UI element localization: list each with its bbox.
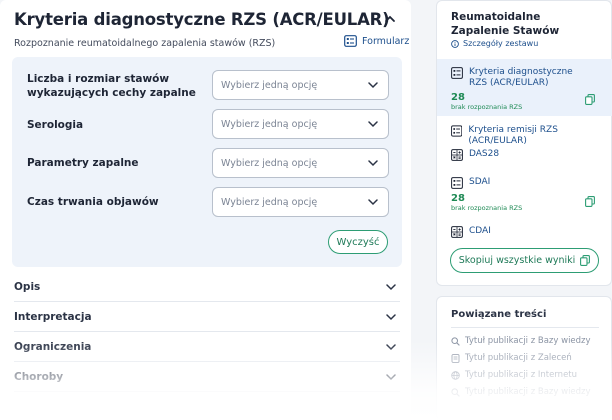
globe-icon	[451, 370, 460, 380]
chevron-down-icon	[386, 313, 396, 320]
set-item-label: CDAI	[469, 226, 491, 236]
chevron-down-icon	[368, 121, 378, 128]
chevron-down-icon	[368, 82, 378, 89]
form-icon	[451, 67, 463, 79]
accordion-label: Choroby	[14, 370, 64, 383]
joints-select[interactable]: Wybierz jedną opcję	[212, 70, 389, 100]
clear-button[interactable]: Wyczyść	[328, 230, 388, 254]
accordion-label: Ograniczenia	[14, 340, 92, 353]
field-label-duration: Czas trwania objawów	[27, 196, 159, 208]
accordion-interpretacja[interactable]: Interpretacja	[14, 302, 400, 332]
related-item[interactable]: Tytuł publikacji z Internetu	[451, 370, 577, 380]
related-item[interactable]: Tytuł publikacji z Zaleceń	[451, 353, 572, 363]
calculator-icon	[451, 226, 463, 238]
field-label-serology: Serologia	[27, 119, 84, 131]
info-icon	[451, 39, 459, 48]
related-item[interactable]: Tytuł publikacji z Bazy wiedzy	[451, 336, 591, 346]
form-icon	[451, 125, 463, 137]
copy-all-results-button[interactable]: Skopiuj wszystkie wyniki	[450, 248, 599, 273]
accordion-label: Opis	[14, 280, 41, 293]
calculator-card: Kryteria diagnostyczne RZS (ACR/EULAR) R…	[0, 0, 411, 420]
set-item-das28[interactable]: DAS28	[451, 149, 499, 161]
related-title: Powiązane treści	[451, 309, 547, 320]
set-details-link[interactable]: Szczegóły zestawu	[451, 39, 538, 48]
serology-select[interactable]: Wybierz jedną opcję	[212, 109, 389, 139]
set-item-label: DAS28	[469, 149, 500, 159]
form-link[interactable]: Formularz	[344, 35, 409, 47]
page-subtitle: Rozpoznanie reumatoidalnego zapalenia st…	[14, 38, 276, 49]
set-item-acr-eular[interactable]: Kryteria diagnostyczne RZS (ACR/EULAR)	[451, 67, 581, 89]
field-label-inflammation: Parametry zapalne	[27, 157, 139, 169]
accordion-label: Interpretacja	[14, 310, 92, 323]
score-value: 28	[451, 92, 465, 103]
score-note: brak rozpoznania RZS	[451, 204, 523, 212]
set-item-label: Kryteria remisji RZS (ACR/EULAR)	[468, 125, 558, 146]
set-item-remission[interactable]: Kryteria remisji RZS (ACR/EULAR)	[451, 125, 611, 147]
search-icon	[451, 387, 460, 397]
search-icon	[451, 336, 460, 346]
serology-select-placeholder: Wybierz jedną opcję	[221, 118, 318, 130]
page-title: Kryteria diagnostyczne RZS (ACR/EULAR)	[14, 10, 390, 29]
chevron-up-icon[interactable]	[382, 11, 398, 27]
form-link-label: Formularz	[362, 35, 410, 47]
joints-select-placeholder: Wybierz jedną opcję	[221, 79, 318, 91]
related-item-label: Tytuł publikacji z Zaleceń	[465, 353, 572, 363]
chevron-down-icon	[386, 373, 396, 380]
copy-icon	[580, 255, 591, 266]
form-icon	[344, 35, 357, 47]
document-icon	[451, 353, 460, 363]
score-value: 28	[451, 193, 465, 204]
copy-icon[interactable]	[585, 94, 595, 105]
chevron-down-icon	[386, 343, 396, 350]
accordion-opis[interactable]: Opis	[14, 272, 400, 302]
copy-icon[interactable]	[585, 196, 595, 207]
related-content-card: Powiązane treści Tytuł publikacji z Bazy…	[436, 296, 612, 420]
related-item-label: Tytuł publikacji z Internetu	[465, 370, 578, 380]
duration-select-placeholder: Wybierz jedną opcję	[221, 196, 318, 208]
related-item[interactable]: Tytuł publikacji z Bazy wiedzy	[451, 387, 591, 397]
set-item-label: SDAI	[469, 177, 491, 187]
chevron-down-icon	[368, 160, 378, 167]
related-item-label: Tytuł publikacji z Bazy wiedzy	[465, 336, 591, 346]
chevron-down-icon	[386, 283, 396, 290]
set-title: Reumatoidalne Zapalenie Stawów	[451, 11, 560, 37]
chevron-down-icon	[368, 199, 378, 206]
accordion-ograniczenia[interactable]: Ograniczenia	[14, 332, 400, 362]
copy-all-label: Skopiuj wszystkie wyniki	[458, 255, 576, 266]
set-item-sdai[interactable]: SDAI	[451, 177, 490, 189]
field-label-joints: Liczba i rozmiar stawów wykazujących cec…	[27, 73, 196, 99]
set-item-label: Kryteria diagnostyczne RZS (ACR/EULAR)	[469, 67, 573, 88]
inflammation-select[interactable]: Wybierz jedną opcję	[212, 148, 389, 178]
related-item-label: Tytuł publikacji z Bazy wiedzy	[465, 387, 591, 397]
set-details-label: Szczegóły zestawu	[463, 39, 539, 48]
calculator-icon	[451, 149, 463, 161]
score-note: brak rozpoznania RZS	[451, 103, 523, 111]
set-item-cdai[interactable]: CDAI	[451, 226, 491, 238]
calculator-set-card: Reumatoidalne Zapalenie Stawów Szczegóły…	[436, 0, 612, 286]
duration-select[interactable]: Wybierz jedną opcję	[212, 187, 389, 217]
form-icon	[451, 177, 463, 189]
divider	[451, 327, 599, 328]
inflammation-select-placeholder: Wybierz jedną opcję	[221, 157, 318, 169]
accordion-choroby[interactable]: Choroby	[14, 362, 400, 392]
